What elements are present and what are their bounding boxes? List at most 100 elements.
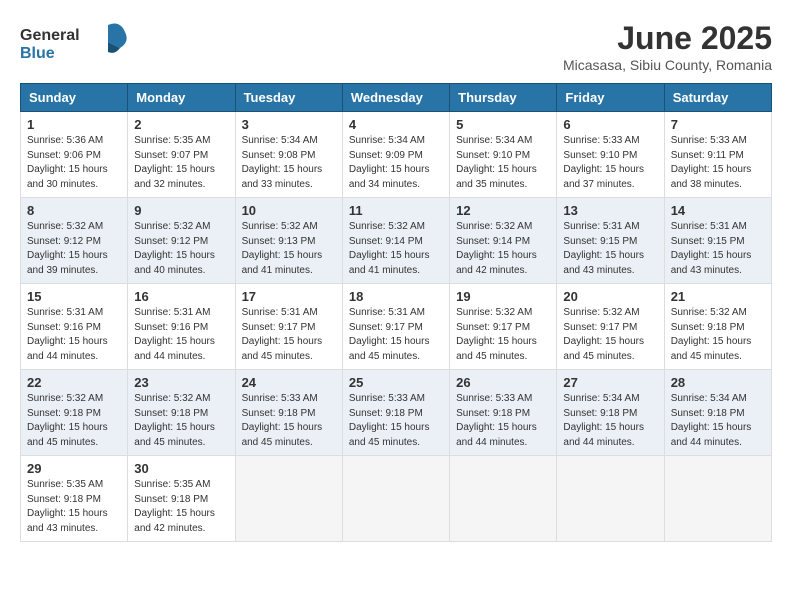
- day-number: 10: [242, 203, 336, 218]
- day-number: 29: [27, 461, 121, 476]
- calendar-week-5: 29 Sunrise: 5:35 AM Sunset: 9:18 PM Dayli…: [21, 456, 772, 542]
- calendar-day-6: 6Sunrise: 5:33 AM Sunset: 9:10 PM Daylig…: [557, 112, 664, 198]
- location: Micasasa, Sibiu County, Romania: [563, 57, 772, 73]
- calendar-empty: [557, 456, 664, 542]
- calendar-day-5: 5Sunrise: 5:34 AM Sunset: 9:10 PM Daylig…: [450, 112, 557, 198]
- day-info: Sunrise: 5:33 AM Sunset: 9:18 PM Dayligh…: [242, 393, 323, 448]
- calendar-day-30: 30 Sunrise: 5:35 AM Sunset: 9:18 PM Dayli…: [128, 456, 235, 542]
- calendar-day-17: 17 Sunrise: 5:31 AM Sunset: 9:17 PM Dayli…: [235, 284, 342, 370]
- day-header-saturday: Saturday: [664, 84, 771, 112]
- day-info: Sunrise: 5:32 AM Sunset: 9:17 PM Dayligh…: [563, 307, 644, 362]
- day-number: 27: [563, 375, 657, 390]
- svg-text:Blue: Blue: [20, 45, 55, 62]
- day-info: Sunrise: 5:32 AM Sunset: 9:18 PM Dayligh…: [134, 393, 215, 448]
- calendar-day-12: 12 Sunrise: 5:32 AM Sunset: 9:14 PM Dayli…: [450, 198, 557, 284]
- calendar-day-27: 27 Sunrise: 5:34 AM Sunset: 9:18 PM Dayli…: [557, 370, 664, 456]
- calendar-day-10: 10 Sunrise: 5:32 AM Sunset: 9:13 PM Dayli…: [235, 198, 342, 284]
- day-number: 1: [27, 117, 121, 132]
- calendar-day-2: 2Sunrise: 5:35 AM Sunset: 9:07 PM Daylig…: [128, 112, 235, 198]
- calendar-day-14: 14 Sunrise: 5:31 AM Sunset: 9:15 PM Dayli…: [664, 198, 771, 284]
- day-number: 25: [349, 375, 443, 390]
- calendar-week-3: 15 Sunrise: 5:31 AM Sunset: 9:16 PM Dayli…: [21, 284, 772, 370]
- day-info: Sunrise: 5:35 AM Sunset: 9:18 PM Dayligh…: [27, 479, 108, 534]
- calendar-day-22: 22 Sunrise: 5:32 AM Sunset: 9:18 PM Dayli…: [21, 370, 128, 456]
- day-info: Sunrise: 5:32 AM Sunset: 9:12 PM Dayligh…: [134, 221, 215, 276]
- day-info: Sunrise: 5:31 AM Sunset: 9:16 PM Dayligh…: [134, 307, 215, 362]
- day-info: Sunrise: 5:31 AM Sunset: 9:17 PM Dayligh…: [242, 307, 323, 362]
- day-number: 11: [349, 203, 443, 218]
- day-info: Sunrise: 5:31 AM Sunset: 9:16 PM Dayligh…: [27, 307, 108, 362]
- logo-text: General Blue: [20, 20, 130, 70]
- day-number: 21: [671, 289, 765, 304]
- calendar-empty: [235, 456, 342, 542]
- calendar-day-19: 19 Sunrise: 5:32 AM Sunset: 9:17 PM Dayli…: [450, 284, 557, 370]
- day-info: Sunrise: 5:33 AM Sunset: 9:18 PM Dayligh…: [349, 393, 430, 448]
- day-info: Sunrise: 5:32 AM Sunset: 9:17 PM Dayligh…: [456, 307, 537, 362]
- day-number: 24: [242, 375, 336, 390]
- calendar-week-2: 8 Sunrise: 5:32 AM Sunset: 9:12 PM Daylig…: [21, 198, 772, 284]
- day-number: 8: [27, 203, 121, 218]
- day-number: 19: [456, 289, 550, 304]
- calendar-empty: [342, 456, 449, 542]
- calendar-day-15: 15 Sunrise: 5:31 AM Sunset: 9:16 PM Dayli…: [21, 284, 128, 370]
- calendar-day-23: 23 Sunrise: 5:32 AM Sunset: 9:18 PM Dayli…: [128, 370, 235, 456]
- day-info: Sunrise: 5:32 AM Sunset: 9:14 PM Dayligh…: [456, 221, 537, 276]
- day-info: Sunrise: 5:31 AM Sunset: 9:15 PM Dayligh…: [671, 221, 752, 276]
- day-info: Sunrise: 5:35 AM Sunset: 9:18 PM Dayligh…: [134, 479, 215, 534]
- calendar-day-4: 4Sunrise: 5:34 AM Sunset: 9:09 PM Daylig…: [342, 112, 449, 198]
- day-number: 17: [242, 289, 336, 304]
- day-header-friday: Friday: [557, 84, 664, 112]
- day-number: 30: [134, 461, 228, 476]
- day-info: Sunrise: 5:34 AM Sunset: 9:18 PM Dayligh…: [563, 393, 644, 448]
- calendar-day-7: 7Sunrise: 5:33 AM Sunset: 9:11 PM Daylig…: [664, 112, 771, 198]
- calendar-day-29: 29 Sunrise: 5:35 AM Sunset: 9:18 PM Dayli…: [21, 456, 128, 542]
- day-info: Sunrise: 5:32 AM Sunset: 9:18 PM Dayligh…: [27, 393, 108, 448]
- day-number: 14: [671, 203, 765, 218]
- calendar-day-24: 24 Sunrise: 5:33 AM Sunset: 9:18 PM Dayli…: [235, 370, 342, 456]
- day-info: Sunrise: 5:31 AM Sunset: 9:17 PM Dayligh…: [349, 307, 430, 362]
- calendar-day-9: 9 Sunrise: 5:32 AM Sunset: 9:12 PM Daylig…: [128, 198, 235, 284]
- day-info: Sunrise: 5:33 AM Sunset: 9:18 PM Dayligh…: [456, 393, 537, 448]
- day-number: 28: [671, 375, 765, 390]
- day-number: 22: [27, 375, 121, 390]
- day-header-monday: Monday: [128, 84, 235, 112]
- calendar-day-8: 8 Sunrise: 5:32 AM Sunset: 9:12 PM Daylig…: [21, 198, 128, 284]
- day-number: 18: [349, 289, 443, 304]
- calendar-day-16: 16 Sunrise: 5:31 AM Sunset: 9:16 PM Dayli…: [128, 284, 235, 370]
- calendar-day-3: 3Sunrise: 5:34 AM Sunset: 9:08 PM Daylig…: [235, 112, 342, 198]
- month-title: June 2025: [563, 20, 772, 57]
- day-header-tuesday: Tuesday: [235, 84, 342, 112]
- calendar-empty: [664, 456, 771, 542]
- day-number: 23: [134, 375, 228, 390]
- calendar-day-28: 28 Sunrise: 5:34 AM Sunset: 9:18 PM Dayli…: [664, 370, 771, 456]
- day-info: Sunrise: 5:32 AM Sunset: 9:12 PM Dayligh…: [27, 221, 108, 276]
- calendar-week-1: 1 Sunrise: 5:36 AM Sunset: 9:06 PM Daylig…: [21, 112, 772, 198]
- calendar-day-21: 21 Sunrise: 5:32 AM Sunset: 9:18 PM Dayli…: [664, 284, 771, 370]
- day-number: 9: [134, 203, 228, 218]
- day-number: 16: [134, 289, 228, 304]
- day-info: Sunrise: 5:32 AM Sunset: 9:18 PM Dayligh…: [671, 307, 752, 362]
- day-header-sunday: Sunday: [21, 84, 128, 112]
- day-info: Sunrise: 5:36 AM Sunset: 9:06 PM Dayligh…: [27, 135, 108, 190]
- day-number: 13: [563, 203, 657, 218]
- day-header-wednesday: Wednesday: [342, 84, 449, 112]
- day-header-thursday: Thursday: [450, 84, 557, 112]
- calendar-day-18: 18 Sunrise: 5:31 AM Sunset: 9:17 PM Dayli…: [342, 284, 449, 370]
- day-number: 12: [456, 203, 550, 218]
- calendar-table: SundayMondayTuesdayWednesdayThursdayFrid…: [20, 83, 772, 542]
- logo: General Blue: [20, 20, 130, 70]
- day-number: 26: [456, 375, 550, 390]
- calendar-empty: [450, 456, 557, 542]
- day-info: Sunrise: 5:34 AM Sunset: 9:18 PM Dayligh…: [671, 393, 752, 448]
- header-row: SundayMondayTuesdayWednesdayThursdayFrid…: [21, 84, 772, 112]
- day-number: 15: [27, 289, 121, 304]
- calendar-day-11: 11Sunrise: 5:32 AM Sunset: 9:14 PM Dayli…: [342, 198, 449, 284]
- calendar-day-20: 20 Sunrise: 5:32 AM Sunset: 9:17 PM Dayli…: [557, 284, 664, 370]
- calendar-day-26: 26 Sunrise: 5:33 AM Sunset: 9:18 PM Dayli…: [450, 370, 557, 456]
- page-header: General Blue June 2025 Micasasa, Sibiu C…: [20, 20, 772, 73]
- day-info: Sunrise: 5:32 AM Sunset: 9:13 PM Dayligh…: [242, 221, 323, 276]
- svg-text:General: General: [20, 27, 80, 44]
- calendar-day-25: 25 Sunrise: 5:33 AM Sunset: 9:18 PM Dayli…: [342, 370, 449, 456]
- day-number: 20: [563, 289, 657, 304]
- title-area: June 2025 Micasasa, Sibiu County, Romani…: [563, 20, 772, 73]
